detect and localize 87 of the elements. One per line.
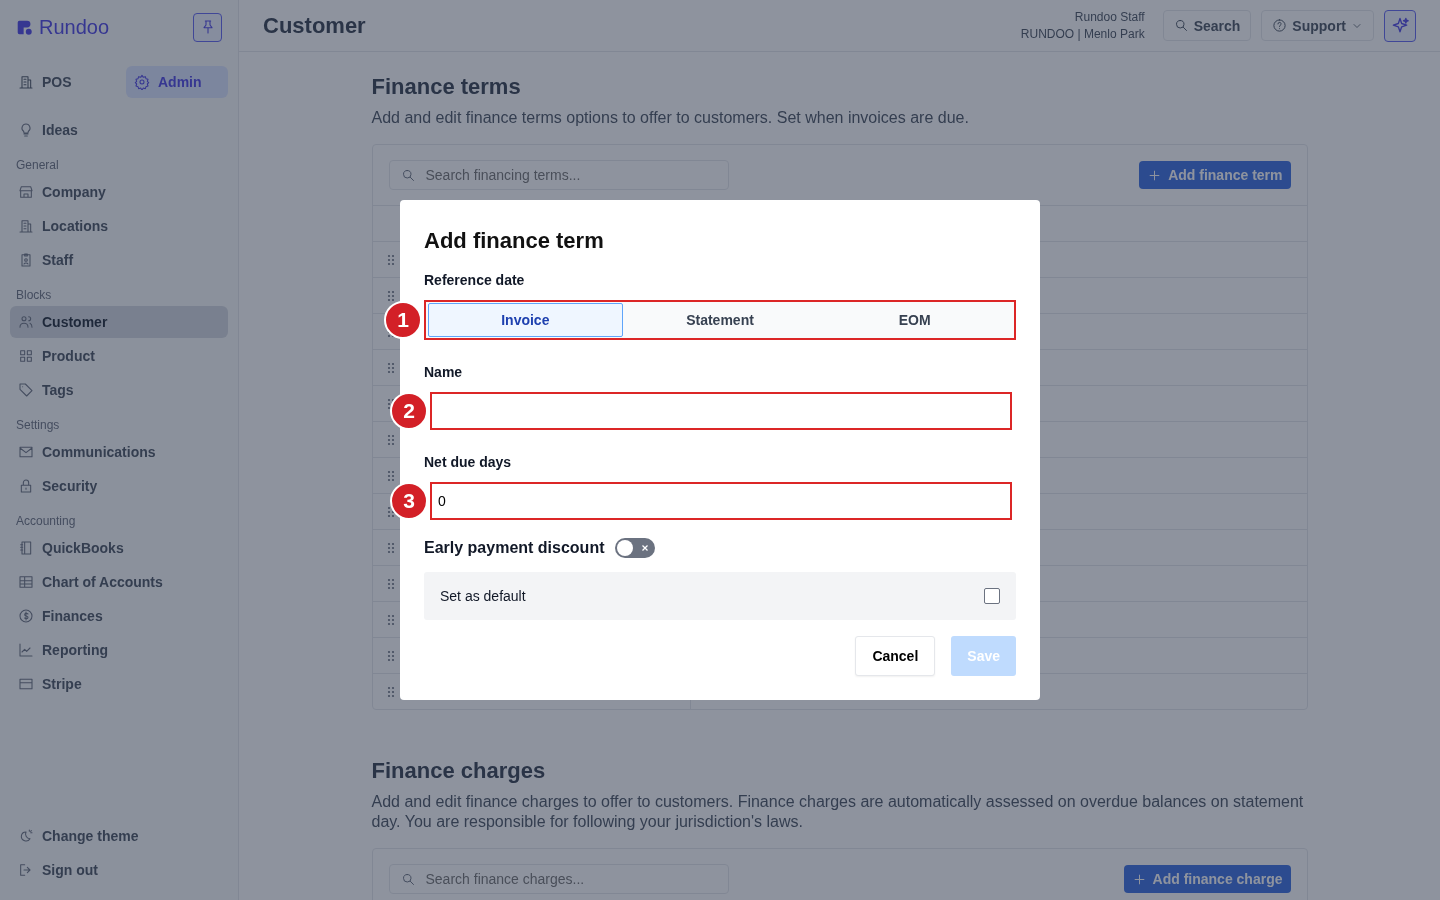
dialog-title: Add finance term [424,228,605,254]
drag-handle-icon[interactable] [386,613,395,626]
add-button[interactable]: Add finance term [1139,161,1291,189]
callout-badge: 2 [390,392,428,430]
field-label: Name [424,364,464,380]
chart-icon [18,642,34,658]
search-button[interactable]: Search [1162,10,1252,41]
mode-tab[interactable]: POS [10,66,112,98]
nav-item[interactable]: Company [10,176,228,208]
mail-icon [18,444,34,460]
lightbulb-icon [18,122,34,138]
section-title: Finance charges [371,757,547,785]
nav-item[interactable]: Communications [10,436,228,468]
option-label: Set as default [440,588,526,604]
tag-icon [18,382,34,398]
logo-icon [16,18,33,36]
drag-handle-icon[interactable] [386,469,395,482]
dollar-icon [18,608,34,624]
input-field[interactable] [430,392,1012,430]
search-icon [1173,18,1189,33]
section-heading: Blocks [15,287,53,304]
segment-option[interactable]: Invoice [428,303,623,337]
section-heading: Accounting [15,513,77,530]
section-heading: Settings [15,417,61,434]
nav-item[interactable]: Chart of Accounts [10,566,228,598]
section-title: Finance terms [371,73,522,101]
drag-handle-icon[interactable] [386,361,395,374]
pin-button[interactable] [193,12,222,42]
add-button[interactable]: Add finance charge [1123,865,1291,893]
nav-item[interactable]: Staff [10,244,228,276]
users-icon [18,314,34,330]
badge-icon [18,252,34,268]
page-title: Customer [263,12,366,39]
callout-badge: 3 [390,482,428,520]
help-icon [1272,18,1288,33]
drag-handle-icon[interactable] [386,685,395,698]
toggle-label: Early payment discount [424,539,605,557]
notebook-icon [18,540,34,556]
plus-icon [1131,871,1147,887]
nav-item[interactable]: Stripe [10,668,228,700]
nav-item[interactable]: Locations [10,210,228,242]
plus-icon [1147,167,1163,183]
nav-item[interactable]: Product [10,340,228,372]
card-icon [18,676,34,692]
nav-item[interactable]: Reporting [10,634,228,666]
cancel-button[interactable]: Cancel [855,636,936,676]
drag-handle-icon[interactable] [386,253,395,266]
drag-handle-icon[interactable] [386,649,395,662]
support-button[interactable]: Support [1261,10,1374,41]
mode-tab[interactable]: Admin [126,66,228,98]
store-icon [18,184,34,200]
nav-item[interactable]: Finances [10,600,228,632]
callout-badge: 1 [384,301,422,339]
search-field[interactable]: Search financing terms... [388,160,729,190]
nav-item[interactable]: Ideas [10,114,228,146]
building-icon [18,218,34,234]
nav-item[interactable]: Security [10,470,228,502]
user-location: RUNDOO | Menlo Park [1020,25,1145,43]
theme-icon [18,828,34,844]
assistant-button[interactable] [1384,9,1416,42]
segment-option[interactable]: EOM [817,303,1012,337]
brand-name: Rundoo [39,15,110,39]
section-description: Add and edit finance charges to offer to customers. Finance charges are automatically assessed on overdue balances on statement day. You are responsible for following your jurisdiction's laws. [371,792,1305,832]
table-icon [18,574,34,590]
lock-icon [18,478,34,494]
section-description: Add and edit finance terms options to offer to customers. Set when invoices are due. [371,108,970,128]
search-field[interactable]: Search finance charges... [388,864,729,894]
drag-handle-icon[interactable] [386,541,395,554]
input-field[interactable]: 0 [430,482,1012,520]
field-label: Reference date [424,272,526,288]
field-label: Net due days [424,454,513,470]
nav-item[interactable]: Customer [10,306,228,338]
grid-icon [18,348,34,364]
user-name: Rundoo Staff [1074,8,1145,26]
drag-handle-icon[interactable] [386,289,395,302]
nav-item[interactable]: Sign out [10,854,228,886]
drag-handle-icon[interactable] [386,577,395,590]
building-icon [18,74,34,90]
nav-item[interactable]: Tags [10,374,228,406]
toggle-switch[interactable] [614,538,655,558]
section-heading: General [15,157,60,174]
settings-icon [134,74,150,90]
nav-item[interactable]: QuickBooks [10,532,228,564]
segment-option[interactable]: Statement [622,303,818,337]
drag-handle-icon[interactable] [386,433,395,446]
nav-item[interactable]: Change theme [10,820,228,852]
checkbox[interactable] [984,588,1000,604]
